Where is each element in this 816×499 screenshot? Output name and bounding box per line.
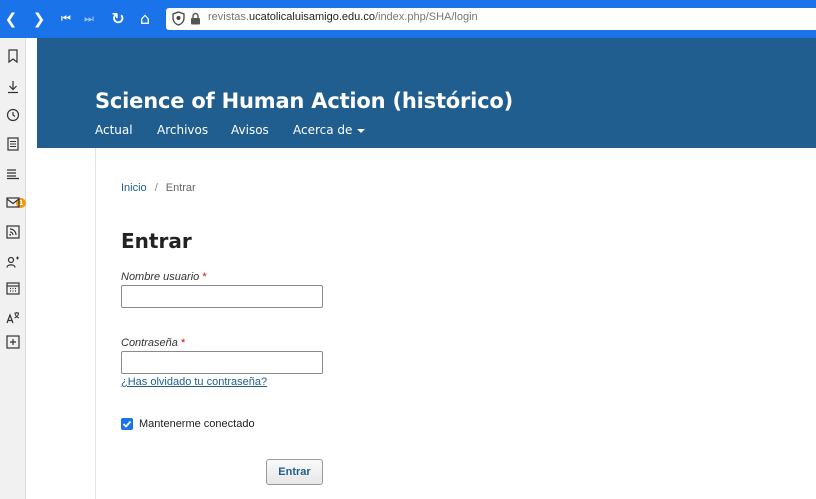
history-icon[interactable] [5,107,21,123]
required-mark: * [180,337,186,349]
password-field[interactable] [121,351,323,374]
add-panel-icon[interactable] [5,334,21,350]
url-host: ucatolicaluisamigo.edu.co [248,11,375,23]
required-mark: * [202,271,207,283]
content-divider [95,148,96,499]
remember-me-checkbox[interactable] [121,418,133,430]
breadcrumb-separator: / [154,182,158,194]
browser-sidebar: 1 [0,38,26,499]
shield-icon[interactable] [172,11,185,26]
bookmark-icon[interactable] [5,48,21,64]
calendar-icon[interactable] [5,280,21,296]
back-icon[interactable]: ❮ [2,9,20,29]
nav-item-archivos[interactable]: Archivos [157,123,208,137]
address-bar[interactable]: revistas.ucatolicaluisamigo.edu.co/index… [166,8,816,30]
breadcrumb-current: Entrar [165,182,196,194]
password-label-text: Contraseña [121,337,178,349]
breadcrumb: Inicio / Entrar [121,182,196,194]
password-label: Contraseña * [121,337,185,349]
notes-icon[interactable] [5,136,21,152]
url-prefix: revistas. [208,11,249,23]
breadcrumb-home-link[interactable]: Inicio [121,182,147,194]
feed-icon[interactable] [5,165,21,181]
translate-icon[interactable] [5,310,21,326]
url-text[interactable]: revistas.ucatolicaluisamigo.edu.co/index… [208,11,478,23]
rss-icon[interactable] [5,224,21,240]
username-field[interactable] [121,285,323,308]
nav-item-acerca-de[interactable]: Acerca de [293,123,366,137]
home-icon[interactable]: ⌂ [136,9,154,29]
lock-icon[interactable] [190,12,201,25]
site-title[interactable]: Science of Human Action (histórico) [95,89,513,113]
fast-forward-icon[interactable]: ⏭ [80,9,98,29]
contacts-icon[interactable] [5,254,21,270]
login-submit-button[interactable]: Entrar [266,459,323,485]
site-header: Science of Human Action (histórico) Actu… [37,38,816,148]
remember-me-label[interactable]: Mantenerme conectado [139,418,255,430]
page-title: Entrar [121,229,192,253]
main-content [37,148,816,499]
download-icon[interactable] [5,79,21,95]
nav-item-actual[interactable]: Actual [95,123,133,137]
forward-icon[interactable]: ❯ [30,9,48,29]
rewind-icon[interactable]: ⏮ [57,9,75,29]
reload-icon[interactable]: ↻ [109,9,127,29]
username-label-text: Nombre usuario [121,271,200,283]
username-label: Nombre usuario * [121,271,207,283]
browser-toolbar: ❮ ❯ ⏮ ⏭ ↻ ⌂ revistas.ucatolicaluisamigo.… [0,0,816,38]
url-path: /index.php/SHA/login [374,11,478,23]
nav-item-avisos[interactable]: Avisos [231,123,269,137]
mail-icon[interactable] [5,194,21,210]
checkmark-icon [122,420,132,428]
nav-item-acerca-de-label: Acerca de [293,123,353,137]
forgot-password-link[interactable]: ¿Has olvidado tu contraseña? [121,376,267,388]
chevron-down-icon [357,128,366,133]
